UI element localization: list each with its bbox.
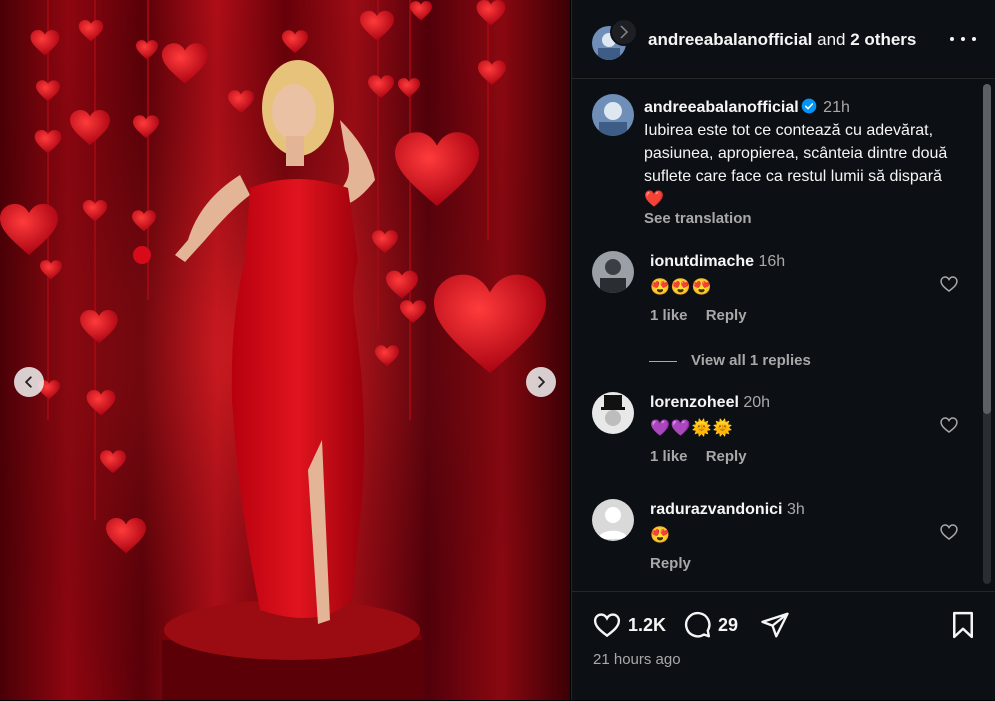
chevron-right-icon — [538, 376, 545, 388]
comment-username[interactable]: radurazvandonici — [650, 501, 782, 518]
commenter-avatar[interactable] — [592, 392, 634, 434]
comment-header: ionutdimache 16h — [650, 253, 785, 271]
comment-username[interactable]: ionutdimache — [650, 253, 754, 270]
like-count[interactable]: 1.2K — [628, 615, 666, 636]
comment-likes[interactable]: 1 like — [650, 307, 688, 324]
caption-username[interactable]: andreeabalanofficial — [644, 99, 799, 116]
caption-body: andreeabalanofficial 21h Iubirea este to… — [644, 96, 964, 227]
comment-username[interactable]: lorenzoheel — [650, 394, 739, 411]
view-replies-button[interactable]: View all 1 replies — [649, 352, 811, 369]
comment-header: radurazvandonici 3h — [650, 501, 805, 519]
heart-icon[interactable] — [939, 522, 959, 542]
post-action-bar: 1.2K 29 21 hours ago — [572, 591, 995, 701]
comments-list[interactable]: andreeabalanofficial 21h Iubirea este to… — [572, 79, 982, 591]
see-translation-link[interactable]: See translation — [644, 211, 964, 227]
comment-time: 3h — [786, 501, 805, 518]
more-dot — [972, 37, 976, 41]
comment-count[interactable]: 29 — [718, 615, 738, 636]
other-authors-link[interactable]: 2 others — [850, 30, 916, 49]
heart-icon — [593, 613, 621, 638]
comment-text: 😍😍😍 — [650, 279, 713, 296]
caption-author-avatar[interactable] — [592, 94, 634, 136]
more-options-button[interactable] — [950, 29, 976, 49]
more-horizontal-icon — [950, 37, 954, 41]
comment-likes[interactable]: 1 like — [650, 448, 688, 465]
heart-icon[interactable] — [939, 415, 959, 435]
comment-button[interactable]: 29 — [682, 610, 738, 640]
comment-header: lorenzoheel 20h — [650, 394, 770, 412]
post-viewer: andreeabalanofficial and 2 others andree… — [0, 0, 995, 700]
post-header: andreeabalanofficial and 2 others — [572, 0, 995, 79]
heart-icon[interactable] — [939, 274, 959, 294]
save-button[interactable] — [948, 610, 978, 640]
comment-actions: Reply — [650, 555, 691, 572]
share-icon — [761, 612, 789, 638]
caption-text: Iubirea este tot ce contează cu adevărat… — [644, 122, 948, 208]
comment-text: 💜💜🌞🌞 — [650, 420, 734, 437]
comment-time: 16h — [758, 253, 786, 270]
bookmark-icon — [953, 611, 973, 639]
author-username[interactable]: andreeabalanofficial — [648, 30, 812, 49]
like-button[interactable]: 1.2K — [592, 610, 666, 640]
post-timestamp: 21 hours ago — [593, 651, 681, 668]
comment-actions: 1 like Reply — [650, 307, 747, 324]
more-dot — [961, 37, 965, 41]
commenter-avatar[interactable] — [592, 499, 634, 541]
scrollbar-thumb[interactable] — [983, 84, 991, 414]
view-replies-label: View all 1 replies — [691, 352, 811, 369]
verified-badge-icon — [801, 98, 817, 114]
share-button[interactable] — [760, 610, 790, 640]
comment-actions: 1 like Reply — [650, 448, 747, 465]
comment-time: 20h — [743, 394, 771, 411]
commenter-avatar[interactable] — [592, 251, 634, 293]
replies-divider-line — [649, 360, 677, 362]
post-photo — [0, 0, 570, 700]
chevron-left-icon — [25, 376, 32, 388]
post-authors: andreeabalanofficial and 2 others — [648, 30, 916, 50]
authors-conjunction: and — [817, 30, 846, 49]
reply-button[interactable]: Reply — [706, 307, 747, 324]
comment-text: 😍 — [650, 527, 671, 544]
reply-button[interactable]: Reply — [706, 448, 747, 465]
post-details-panel: andreeabalanofficial and 2 others andree… — [571, 0, 995, 700]
previous-photo-button[interactable] — [14, 367, 44, 397]
reply-button[interactable]: Reply — [650, 555, 691, 572]
caption-time: 21h — [823, 99, 850, 116]
comment-icon — [684, 611, 711, 638]
next-photo-button[interactable] — [526, 367, 556, 397]
comments-scrollbar[interactable] — [983, 84, 991, 584]
collaborator-avatar[interactable] — [610, 18, 638, 46]
